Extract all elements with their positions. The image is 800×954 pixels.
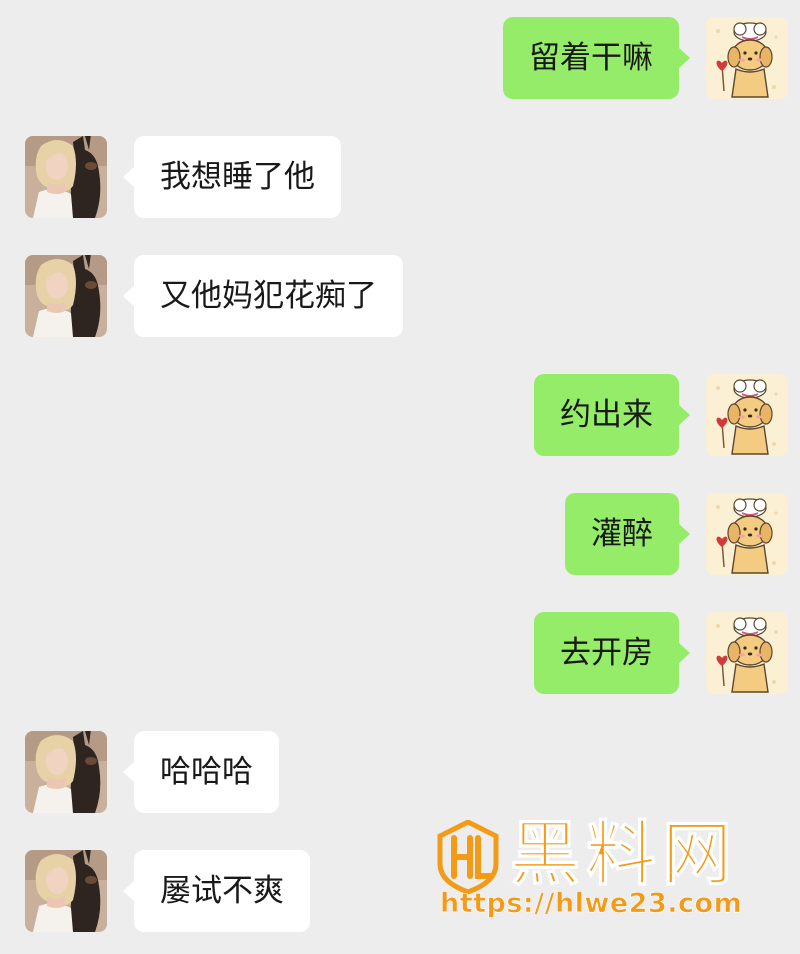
cartoon-puppy-avatar-icon — [706, 374, 788, 456]
contact-avatar[interactable] — [25, 731, 107, 813]
chat-window: 留着干嘛 我想睡了他 又他妈犯花痴了 约出来 灌醉 去开房 哈哈哈 屡试不爽 — [0, 0, 800, 954]
message-row-received: 我想睡了他 — [0, 136, 800, 220]
self-avatar[interactable] — [706, 493, 788, 575]
message-bubble-received[interactable]: 屡试不爽 — [123, 850, 310, 932]
message-bubble-sent[interactable]: 留着干嘛 — [503, 17, 690, 99]
watermark: 黑料网 https://hlwe23.com — [436, 812, 786, 932]
message-row-sent: 约出来 — [0, 374, 800, 458]
message-bubble-received[interactable]: 哈哈哈 — [123, 731, 279, 813]
woman-with-dog-avatar-icon — [25, 255, 107, 337]
contact-avatar[interactable] — [25, 850, 107, 932]
message-bubble-sent[interactable]: 去开房 — [534, 612, 690, 694]
self-avatar[interactable] — [706, 17, 788, 99]
message-bubble-received[interactable]: 我想睡了他 — [123, 136, 341, 218]
message-row-sent: 灌醉 — [0, 493, 800, 577]
self-avatar[interactable] — [706, 374, 788, 456]
message-row-sent: 去开房 — [0, 612, 800, 696]
watermark-brand-text: 黑料网 — [510, 813, 738, 896]
cartoon-puppy-avatar-icon — [706, 493, 788, 575]
cartoon-puppy-avatar-icon — [706, 612, 788, 694]
woman-with-dog-avatar-icon — [25, 731, 107, 813]
hl-logo-icon — [437, 820, 499, 894]
message-row-received: 又他妈犯花痴了 — [0, 255, 800, 339]
contact-avatar[interactable] — [25, 255, 107, 337]
woman-with-dog-avatar-icon — [25, 850, 107, 932]
contact-avatar[interactable] — [25, 136, 107, 218]
message-bubble-sent[interactable]: 约出来 — [534, 374, 690, 456]
self-avatar[interactable] — [706, 612, 788, 694]
woman-with-dog-avatar-icon — [25, 136, 107, 218]
message-bubble-received[interactable]: 又他妈犯花痴了 — [123, 255, 403, 337]
cartoon-puppy-avatar-icon — [706, 17, 788, 99]
message-bubble-sent[interactable]: 灌醉 — [565, 493, 690, 575]
message-row-received: 哈哈哈 — [0, 731, 800, 815]
message-row-sent: 留着干嘛 — [0, 17, 800, 101]
watermark-url-text: https://hlwe23.com — [440, 888, 743, 920]
